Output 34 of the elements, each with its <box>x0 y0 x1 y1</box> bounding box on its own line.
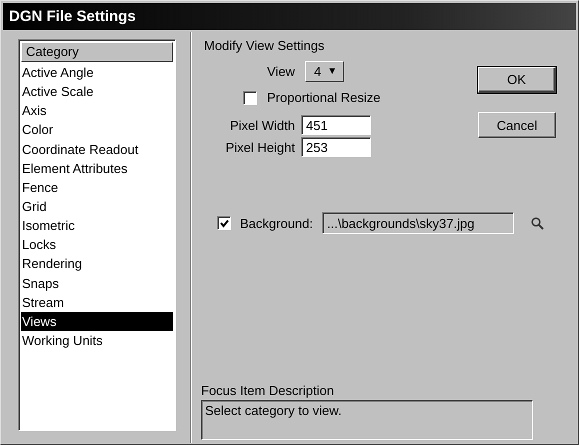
view-dropdown[interactable]: 4 ▼ <box>304 61 344 82</box>
category-item[interactable]: Views <box>21 312 173 331</box>
category-item[interactable]: Active Scale <box>21 82 173 102</box>
dialog-button[interactable]: OK <box>478 67 556 93</box>
checkbox-label[interactable]: Proportional Resize <box>267 90 380 105</box>
window-title: DGN File Settings <box>8 7 136 27</box>
height-field[interactable]: 253 <box>301 137 371 157</box>
category-item[interactable]: Rendering <box>21 254 173 274</box>
description-label: Focus Item Description <box>201 383 334 398</box>
category-item[interactable]: Working Units <box>21 330 173 350</box>
dialog-button[interactable]: Cancel <box>478 112 556 138</box>
category-item[interactable]: Element Attributes <box>21 158 173 178</box>
category-item[interactable]: Color <box>21 120 173 140</box>
description-box: Select category to view. <box>201 400 533 440</box>
category-item[interactable]: Active Angle <box>21 63 173 82</box>
field-label: Pixel Height <box>224 140 295 154</box>
category-item[interactable]: Fence <box>21 178 173 197</box>
category-item[interactable]: Snaps <box>21 274 173 293</box>
category-item[interactable]: Isometric <box>21 216 173 236</box>
checkbox[interactable] <box>243 90 257 104</box>
category-item[interactable]: Locks <box>21 235 173 254</box>
category-item[interactable]: Coordinate Readout <box>21 140 173 159</box>
background-field[interactable]: ...\backgrounds\sky37.jpg <box>322 212 514 234</box>
category-item[interactable]: Stream <box>21 292 173 312</box>
field-label: View <box>267 64 295 79</box>
category-item[interactable]: Axis <box>21 101 173 120</box>
width-field[interactable]: 451 <box>301 115 371 135</box>
checkbox-label[interactable]: Background: <box>240 216 313 230</box>
checkbox[interactable] <box>217 216 231 230</box>
search-icon[interactable] <box>531 216 544 230</box>
column-header[interactable]: Category <box>21 42 173 62</box>
section-heading: Modify View Settings <box>204 38 324 53</box>
field-label: Pixel Width <box>228 118 295 132</box>
category-item[interactable]: Grid <box>21 196 173 216</box>
